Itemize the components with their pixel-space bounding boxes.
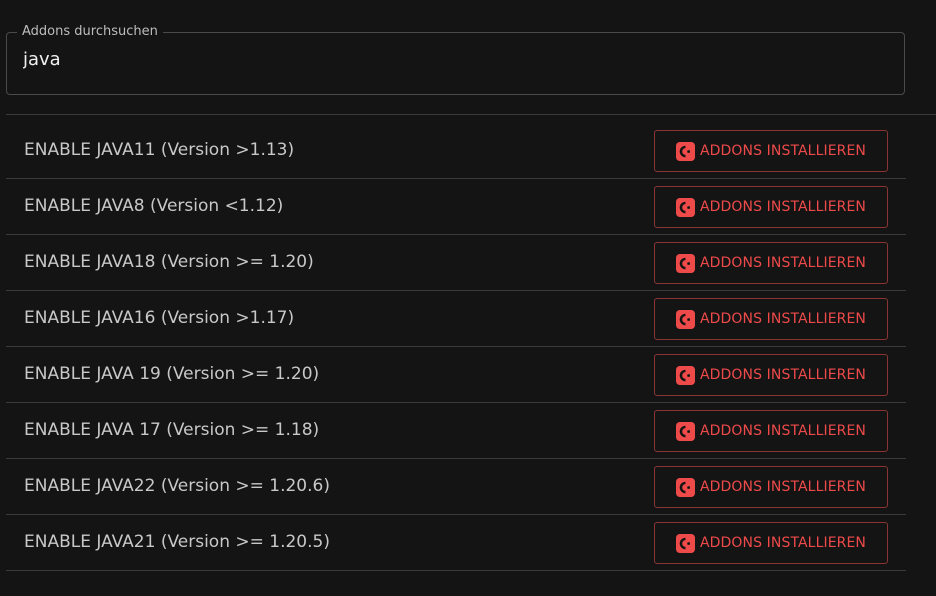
addon-install-icon: [675, 421, 695, 441]
addon-row: ENABLE JAVA18 (Version >= 1.20) ADDONS I…: [6, 235, 906, 291]
addon-row: ENABLE JAVA8 (Version <1.12) ADDONS INST…: [6, 179, 906, 235]
addon-name: ENABLE JAVA22 (Version >= 1.20.6): [24, 476, 330, 496]
search-input[interactable]: [23, 44, 888, 74]
install-addon-button[interactable]: ADDONS INSTALLIEREN: [654, 522, 888, 564]
install-button-label: ADDONS INSTALLIEREN: [699, 143, 867, 159]
install-button-label: ADDONS INSTALLIEREN: [699, 367, 867, 383]
addon-name: ENABLE JAVA8 (Version <1.12): [24, 196, 284, 216]
install-addon-button[interactable]: ADDONS INSTALLIEREN: [654, 242, 888, 284]
addon-name: ENABLE JAVA21 (Version >= 1.20.5): [24, 532, 330, 552]
addon-row: ENABLE JAVA11 (Version >1.13) ADDONS INS…: [6, 123, 906, 179]
install-addon-button[interactable]: ADDONS INSTALLIEREN: [654, 354, 888, 396]
addon-install-icon: [675, 365, 695, 385]
install-addon-button[interactable]: ADDONS INSTALLIEREN: [654, 410, 888, 452]
addon-install-icon: [675, 477, 695, 497]
addon-row: ENABLE JAVA21 (Version >= 1.20.5) ADDONS…: [6, 515, 906, 571]
addon-name: ENABLE JAVA 17 (Version >= 1.18): [24, 420, 320, 440]
addon-row: ENABLE JAVA16 (Version >1.17) ADDONS INS…: [6, 291, 906, 347]
install-addon-button[interactable]: ADDONS INSTALLIEREN: [654, 130, 888, 172]
install-button-label: ADDONS INSTALLIEREN: [699, 423, 867, 439]
install-button-label: ADDONS INSTALLIEREN: [699, 255, 867, 271]
install-button-label: ADDONS INSTALLIEREN: [699, 479, 867, 495]
addon-install-icon: [675, 533, 695, 553]
addon-row: ENABLE JAVA 19 (Version >= 1.20) ADDONS …: [6, 347, 906, 403]
addon-row: ENABLE JAVA 17 (Version >= 1.18) ADDONS …: [6, 403, 906, 459]
addon-name: ENABLE JAVA16 (Version >1.17): [24, 308, 295, 328]
addon-search-page: Addons durchsuchen ENABLE JAVA11 (Versio…: [0, 0, 936, 596]
install-button-label: ADDONS INSTALLIEREN: [699, 199, 867, 215]
addon-search-field[interactable]: Addons durchsuchen: [6, 24, 905, 95]
addon-install-icon: [675, 197, 695, 217]
addon-name: ENABLE JAVA11 (Version >1.13): [24, 140, 295, 160]
addon-row: ENABLE JAVA22 (Version >= 1.20.6) ADDONS…: [6, 459, 906, 515]
install-button-label: ADDONS INSTALLIEREN: [699, 535, 867, 551]
divider: [6, 114, 936, 115]
addon-install-icon: [675, 253, 695, 273]
addon-name: ENABLE JAVA18 (Version >= 1.20): [24, 252, 314, 272]
addon-install-icon: [675, 309, 695, 329]
search-legend: Addons durchsuchen: [22, 24, 158, 39]
addon-install-icon: [675, 141, 695, 161]
install-addon-button[interactable]: ADDONS INSTALLIEREN: [654, 186, 888, 228]
addon-name: ENABLE JAVA 19 (Version >= 1.20): [24, 364, 320, 384]
install-addon-button[interactable]: ADDONS INSTALLIEREN: [654, 466, 888, 508]
addon-list: ENABLE JAVA11 (Version >1.13) ADDONS INS…: [6, 123, 906, 571]
install-button-label: ADDONS INSTALLIEREN: [699, 311, 867, 327]
install-addon-button[interactable]: ADDONS INSTALLIEREN: [654, 298, 888, 340]
